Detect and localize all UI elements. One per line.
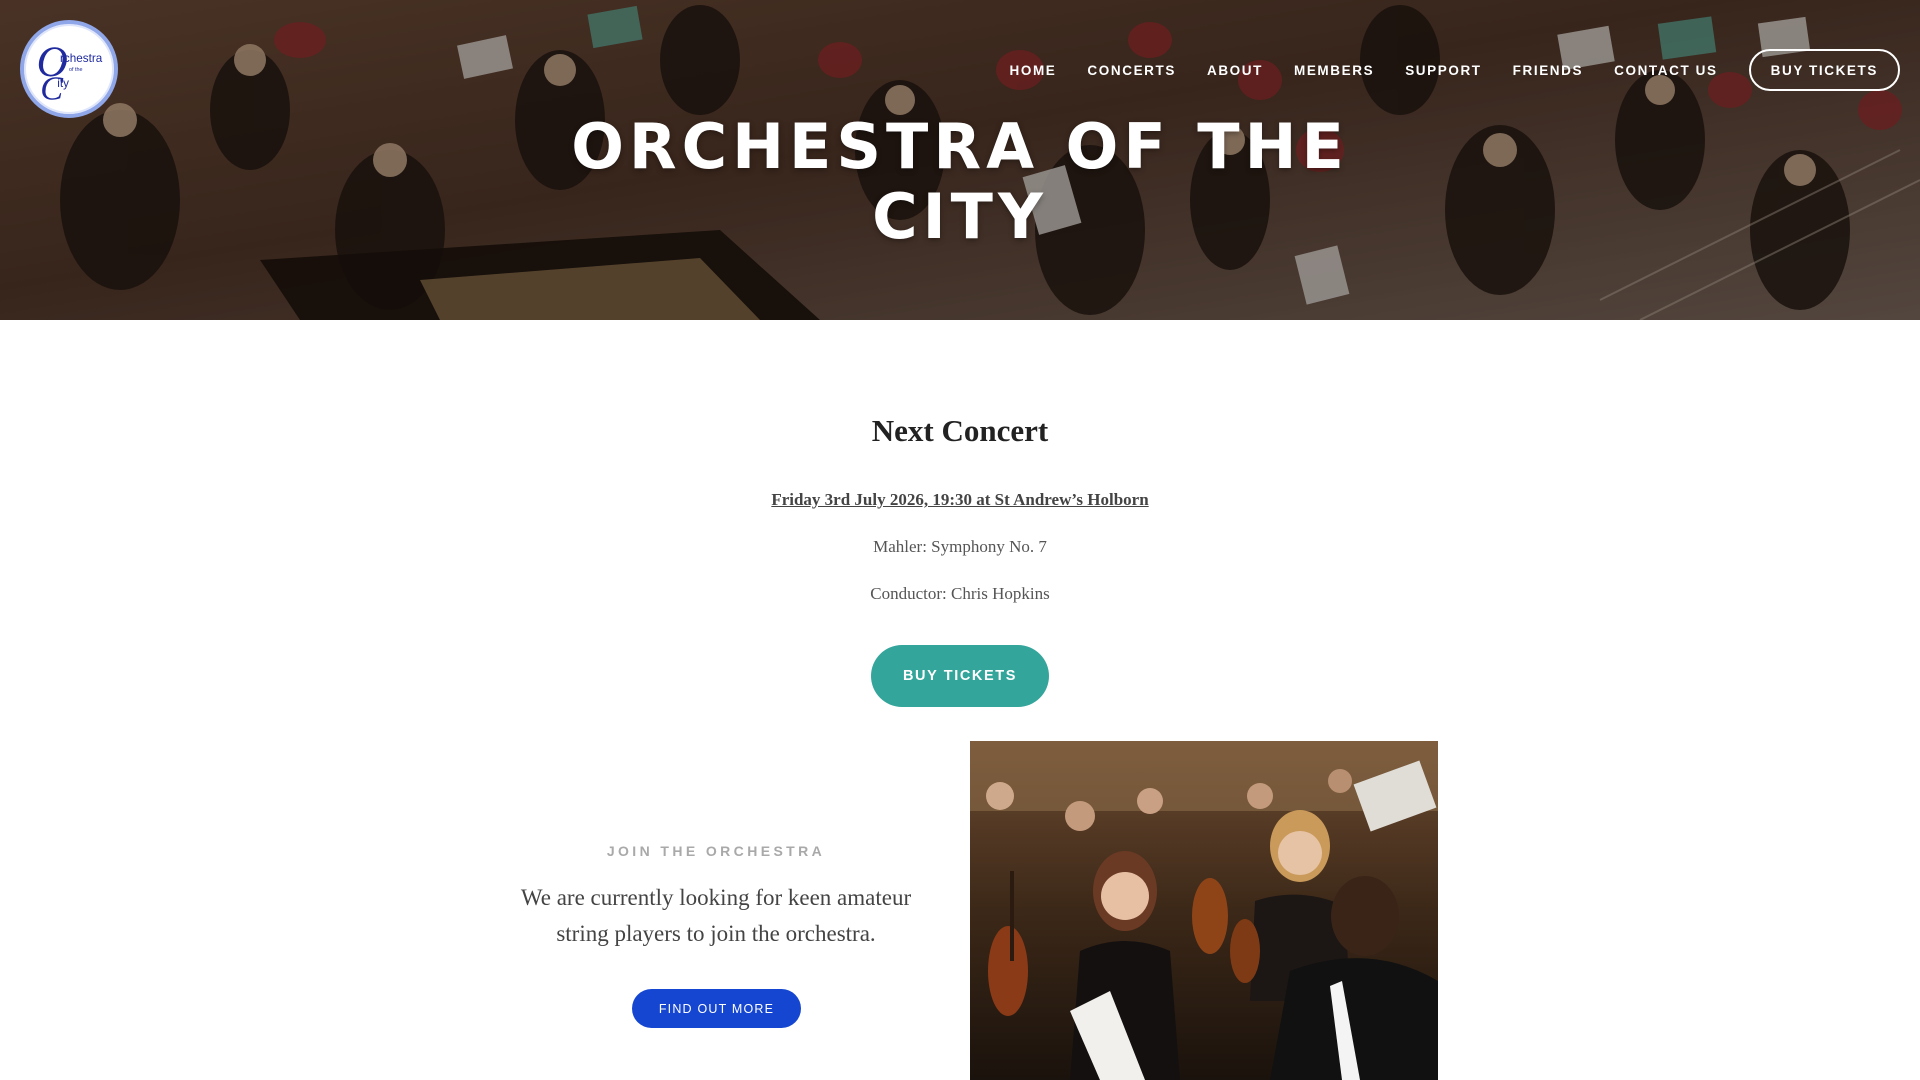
page-title-line-1: ORCHESTRA OF THE xyxy=(571,110,1349,183)
concert-date-venue: Friday 3rd July 2026, 19:30 at St Andrew… xyxy=(0,490,1920,510)
nav-item-members[interactable]: MEMBERS xyxy=(1294,63,1374,78)
concert-conductor: Conductor: Chris Hopkins xyxy=(870,584,1050,603)
join-orchestra-text: We are currently looking for keen amateu… xyxy=(520,885,912,946)
next-concert-heading: Next Concert xyxy=(871,413,1049,448)
page-title: ORCHESTRA OF THE CITY xyxy=(560,112,1360,252)
nav-item-concerts[interactable]: CONCERTS xyxy=(1087,63,1176,78)
nav-item-home[interactable]: HOME xyxy=(1010,63,1057,78)
concert-date-link[interactable]: Friday 3rd July 2026, 19:30 at St Andrew… xyxy=(771,490,1148,509)
join-orchestra-label: JOIN THE ORCHESTRA xyxy=(606,843,826,859)
buy-tickets-button[interactable]: BUY TICKETS xyxy=(871,645,1049,707)
nav-item-support[interactable]: SUPPORT xyxy=(1405,63,1481,78)
string-players-photo xyxy=(970,741,1438,1080)
page-title-line-2: CITY xyxy=(872,180,1048,253)
svg-text:ity: ity xyxy=(57,77,69,90)
nav-item-contact-us[interactable]: CONTACT US xyxy=(1614,63,1718,78)
hero-banner: O rchestra of the C ity HOME CONCERTS AB… xyxy=(0,0,1920,320)
main-navigation: HOME CONCERTS ABOUT MEMBERS SUPPORT FRIE… xyxy=(979,48,1900,92)
svg-text:rchestra: rchestra xyxy=(60,52,103,65)
orchestra-logo[interactable]: O rchestra of the C ity xyxy=(20,20,118,118)
find-out-more-button[interactable]: FIND OUT MORE xyxy=(632,989,801,1028)
svg-text:of the: of the xyxy=(69,67,82,73)
nav-item-about[interactable]: ABOUT xyxy=(1207,63,1263,78)
nav-item-friends[interactable]: FRIENDS xyxy=(1513,63,1583,78)
concert-program: Mahler: Symphony No. 7 xyxy=(873,537,1047,556)
nav-buy-tickets-button[interactable]: BUY TICKETS xyxy=(1748,49,1900,91)
